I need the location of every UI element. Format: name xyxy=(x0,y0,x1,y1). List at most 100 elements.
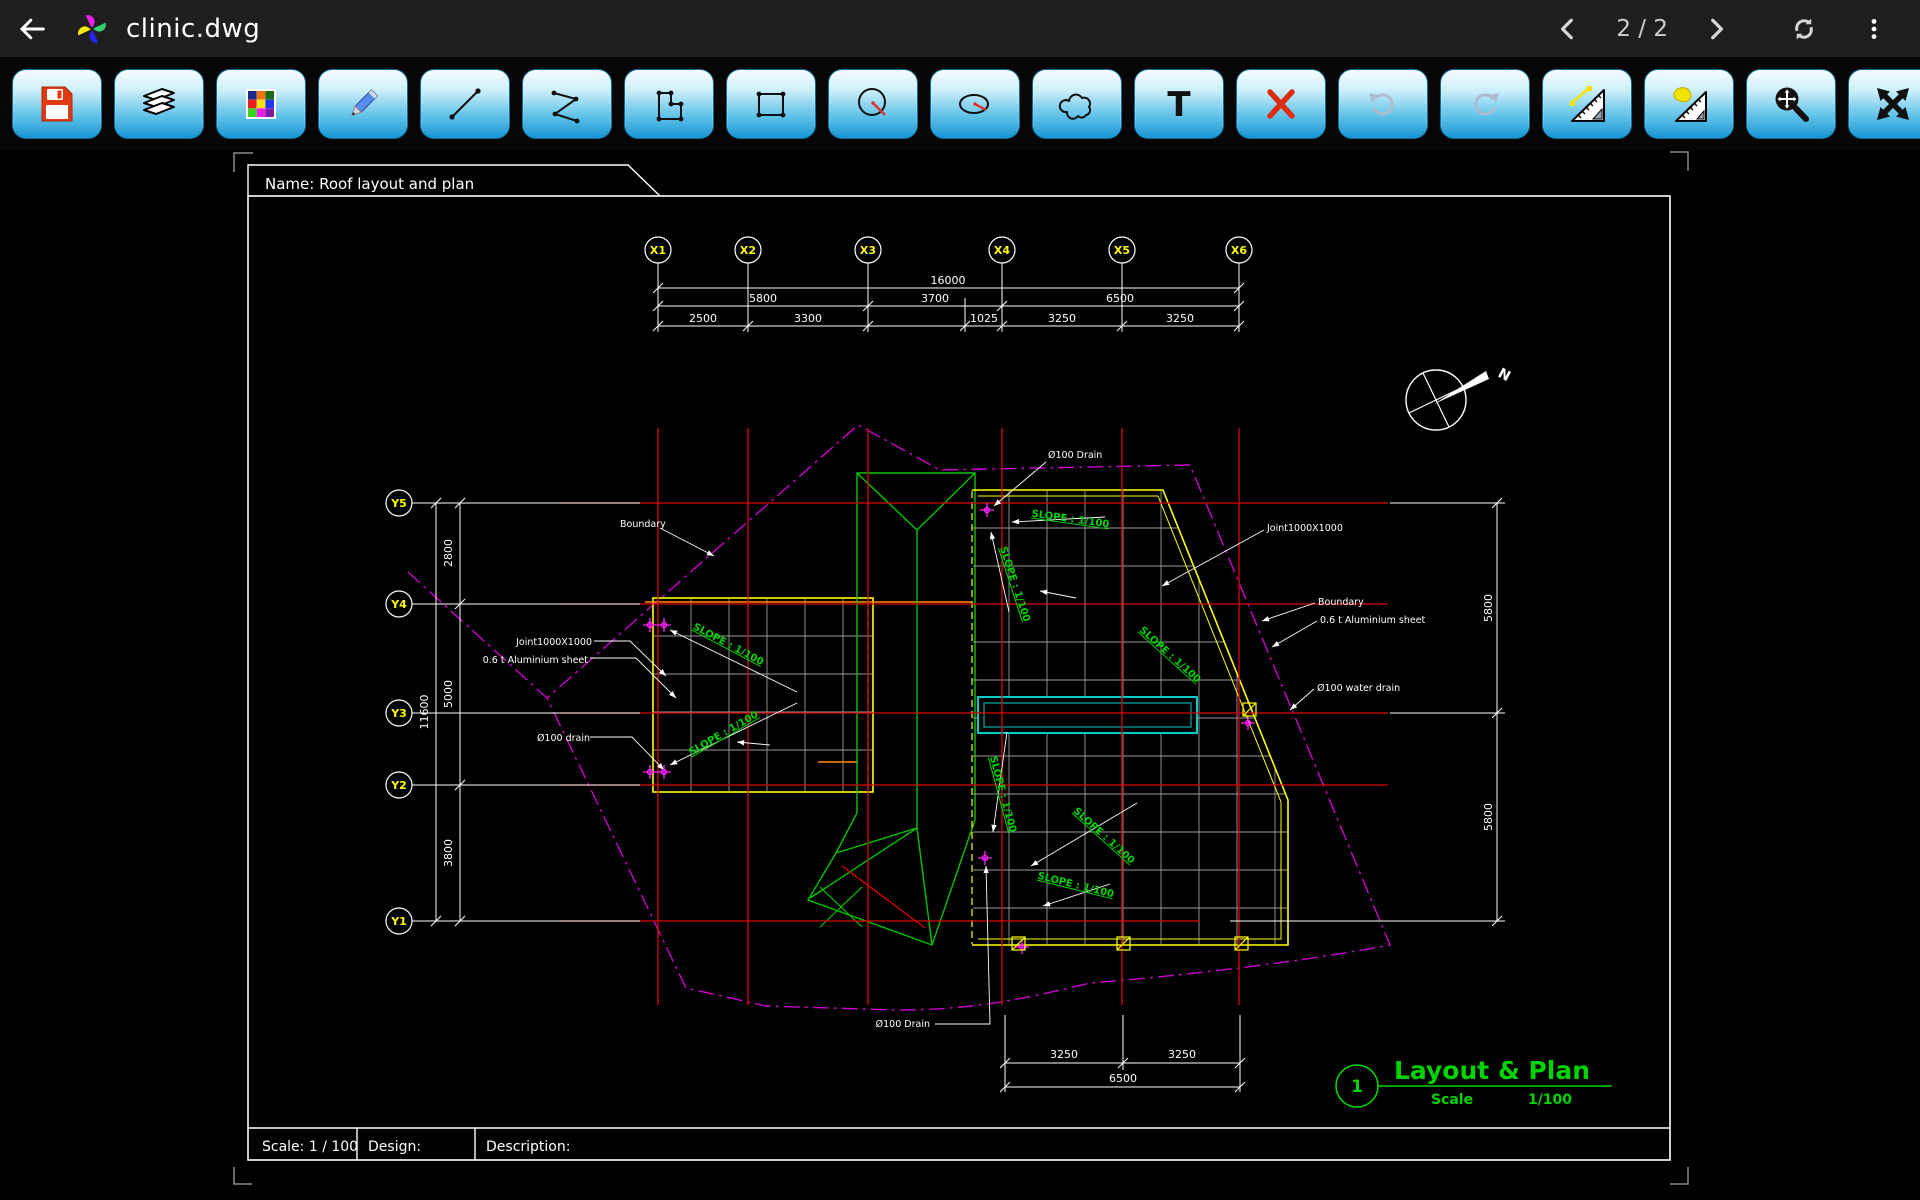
dimension-lines xyxy=(412,263,1505,1092)
view-title-block: 1 Layout & Plan Scale 1/100 xyxy=(1336,1056,1612,1108)
app-bar: clinic.dwg 2 / 2 xyxy=(0,0,1920,57)
grid-label-x6: X6 xyxy=(1231,244,1247,257)
dim-top-total: 16000 xyxy=(931,274,966,287)
slope-label-3: SLOPE : 1/100 xyxy=(1137,625,1203,686)
sheet-design-label: Design: xyxy=(368,1139,421,1155)
drawing-canvas[interactable]: Name: Roof layout and plan Scale: 1 / 10… xyxy=(0,150,1920,1200)
dim-bottom-total: 6500 xyxy=(1109,1072,1137,1085)
measure-area-button[interactable] xyxy=(1644,69,1734,139)
dwg-sheet-svg: Name: Roof layout and plan Scale: 1 / 10… xyxy=(0,150,1920,1200)
dimension-values: 16000 5800 3700 6500 2500 3300 1025 3250… xyxy=(418,274,1495,1085)
grid-label-x3: X3 xyxy=(860,244,876,257)
gutter-red-line xyxy=(842,866,925,928)
cloud-icon xyxy=(1054,81,1100,127)
document-title: clinic.dwg xyxy=(126,14,260,44)
dim-left-3800: 3800 xyxy=(442,839,455,867)
text-tool-icon: T xyxy=(1156,81,1202,127)
ellipse-tool-button[interactable] xyxy=(930,69,1020,139)
prev-page-button[interactable] xyxy=(1546,7,1590,51)
chevron-right-icon xyxy=(1703,16,1729,42)
undo-button[interactable] xyxy=(1338,69,1428,139)
label-boundary-right: Boundary xyxy=(1318,597,1364,608)
overflow-menu-button[interactable] xyxy=(1852,7,1896,51)
grid-label-y1: Y1 xyxy=(390,915,407,928)
sheet-name-label: Name: Roof layout and plan xyxy=(265,175,474,193)
redo-button[interactable] xyxy=(1440,69,1530,139)
back-button[interactable] xyxy=(10,7,54,51)
dim-top-1025: 1025 xyxy=(970,312,998,325)
fit-screen-button[interactable] xyxy=(1848,69,1920,139)
polyline-icon xyxy=(544,81,590,127)
rectangle-tool-button[interactable] xyxy=(726,69,816,139)
line-icon xyxy=(442,81,488,127)
dim-left-total: 11600 xyxy=(418,695,431,730)
ellipse-icon xyxy=(952,81,998,127)
text-tool-glyph: T xyxy=(1167,85,1191,125)
polygon-tool-button[interactable] xyxy=(624,69,714,139)
grid-label-x4: X4 xyxy=(994,244,1010,257)
slope-label-7: SLOPE : 1/100 xyxy=(691,622,765,669)
slope-label-6: SLOPE : 1/100 xyxy=(1036,871,1115,901)
label-joint-right: Joint1000X1000 xyxy=(1266,523,1343,534)
chevron-left-icon xyxy=(1555,16,1581,42)
dim-right-5800b: 5800 xyxy=(1482,803,1495,831)
dim-top-3700: 3700 xyxy=(921,292,949,305)
polygon-icon xyxy=(646,81,692,127)
central-gutter xyxy=(808,473,975,945)
dim-top-3300: 3300 xyxy=(794,312,822,325)
sheet-description-label: Description: xyxy=(486,1139,570,1155)
grid-label-x1: X1 xyxy=(650,244,666,257)
fit-screen-icon xyxy=(1870,81,1916,127)
polyline-tool-button[interactable] xyxy=(522,69,612,139)
red-grid-lines xyxy=(560,428,1388,1005)
dim-top-3250b: 3250 xyxy=(1166,312,1194,325)
column-markers xyxy=(1012,703,1256,950)
drawing-toolbar: T xyxy=(0,57,1920,150)
page-indicator: 2 / 2 xyxy=(1616,16,1668,42)
redo-icon xyxy=(1462,81,1508,127)
refresh-button[interactable] xyxy=(1782,7,1826,51)
grid-label-y5: Y5 xyxy=(390,497,407,510)
dim-left-5000: 5000 xyxy=(442,680,455,708)
delete-button[interactable] xyxy=(1236,69,1326,139)
pencil-icon xyxy=(340,81,386,127)
next-page-button[interactable] xyxy=(1694,7,1738,51)
undo-icon xyxy=(1360,81,1406,127)
circle-icon xyxy=(850,81,896,127)
corner-registration-marks xyxy=(234,152,1688,1184)
dim-top-5800: 5800 xyxy=(749,292,777,305)
view-scale-value: 1/100 xyxy=(1528,1092,1572,1108)
revision-cloud-button[interactable] xyxy=(1032,69,1122,139)
grid-label-y2: Y2 xyxy=(390,779,407,792)
back-arrow-icon xyxy=(17,14,47,44)
zoom-icon xyxy=(1768,81,1814,127)
layers-icon xyxy=(136,81,182,127)
measure-length-button[interactable] xyxy=(1542,69,1632,139)
label-joint-left: Joint1000X1000 xyxy=(515,637,592,648)
circle-tool-button[interactable] xyxy=(828,69,918,139)
save-icon xyxy=(34,81,80,127)
dim-bottom-3250b: 3250 xyxy=(1168,1048,1196,1061)
dim-bottom-3250a: 3250 xyxy=(1050,1048,1078,1061)
color-palette-button[interactable] xyxy=(216,69,306,139)
annotation-labels: Joint1000X1000 0.6 t Aluminium sheet Ø10… xyxy=(483,450,1426,1030)
view-scale-caption: Scale xyxy=(1431,1092,1473,1108)
label-alu-right: 0.6 t Aluminium sheet xyxy=(1320,615,1426,626)
title-strip xyxy=(248,1128,1670,1160)
measure-length-icon xyxy=(1564,81,1610,127)
label-drain-top: Ø100 Drain xyxy=(1048,450,1102,461)
dim-top-6500: 6500 xyxy=(1106,292,1134,305)
view-title: Layout & Plan xyxy=(1394,1056,1590,1085)
color-palette-icon xyxy=(238,81,284,127)
grid-label-x5: X5 xyxy=(1114,244,1130,257)
layers-button[interactable] xyxy=(114,69,204,139)
refresh-icon xyxy=(1789,14,1819,44)
grid-label-y3: Y3 xyxy=(390,707,407,720)
pencil-draw-button[interactable] xyxy=(318,69,408,139)
save-button[interactable] xyxy=(12,69,102,139)
north-letter: N xyxy=(1495,365,1513,385)
dim-right-5800a: 5800 xyxy=(1482,594,1495,622)
zoom-button[interactable] xyxy=(1746,69,1836,139)
text-tool-button[interactable]: T xyxy=(1134,69,1224,139)
line-tool-button[interactable] xyxy=(420,69,510,139)
